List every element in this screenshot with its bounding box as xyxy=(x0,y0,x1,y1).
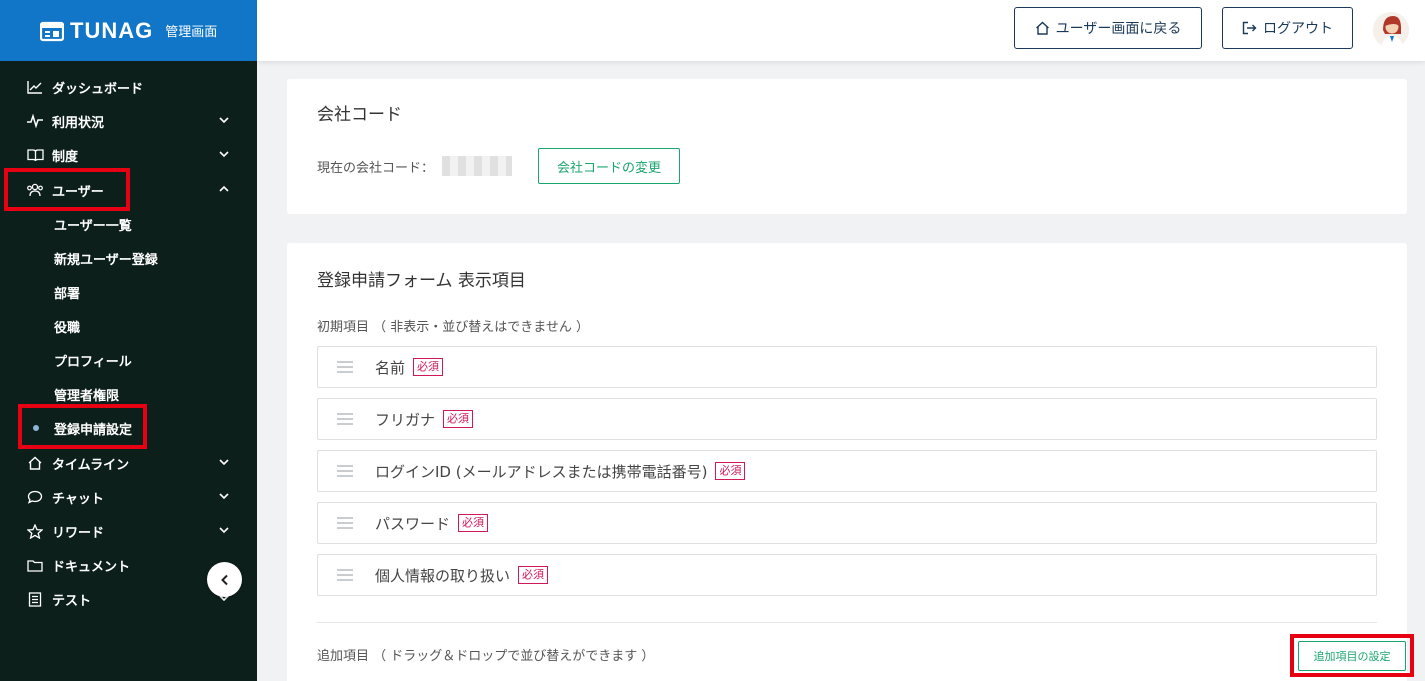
registration-form-card: 登録申請フォーム 表示項目 初期項目 （ 非表示・並び替えはできません ） 名前… xyxy=(287,243,1414,681)
brand-name: TUNAG xyxy=(70,17,154,43)
sidebar-item-reward[interactable]: リワード xyxy=(0,514,257,548)
sidebar-subitem-label: 役職 xyxy=(54,320,81,336)
field-row-password: パスワード 必須 xyxy=(317,502,1377,544)
drag-handle-icon xyxy=(337,465,353,477)
pulse-icon xyxy=(26,113,44,129)
sidebar-item-usage[interactable]: 利用状況 xyxy=(0,104,257,138)
initial-fields-label: 初期項目 （ 非表示・並び替えはできません ） xyxy=(317,320,590,335)
book-icon xyxy=(26,147,44,163)
field-label: パスワード xyxy=(375,514,451,533)
logout-button[interactable]: ログアウト xyxy=(1222,7,1353,49)
brand-bar[interactable]: TUNAG 管理画面 xyxy=(0,0,257,61)
collapse-sidebar-button[interactable] xyxy=(207,562,242,597)
registration-form-title: 登録申請フォーム 表示項目 xyxy=(317,271,526,291)
field-label: フリガナ xyxy=(375,410,436,429)
chevron-down-icon[interactable] xyxy=(219,149,229,159)
drag-handle-icon xyxy=(337,413,353,425)
additional-fields-label: 追加項目 （ ドラッグ＆ドロップで並び替えができます ） xyxy=(317,649,655,664)
sidebar-subitem-label: プロフィール xyxy=(54,354,132,370)
sidebar-item-label: 利用状況 xyxy=(52,115,105,131)
sidebar-item-label: ドキュメント xyxy=(52,559,131,575)
required-badge: 必須 xyxy=(443,410,474,428)
required-badge: 必須 xyxy=(413,358,444,376)
field-row-furigana: フリガナ 必須 xyxy=(317,398,1377,440)
company-code-card: 会社コード 現在の会社コード： 会社コードの変更 xyxy=(287,79,1407,214)
sidebar-item-label: タイムライン xyxy=(52,457,130,473)
tunag-logo-icon xyxy=(40,21,64,41)
sidebar-item-label: ダッシュボード xyxy=(52,81,144,97)
avatar-illustration-icon xyxy=(1373,12,1409,48)
star-icon xyxy=(26,523,44,539)
required-badge: 必須 xyxy=(518,566,549,584)
back-button-label: ユーザー画面に戻る xyxy=(1055,21,1182,37)
sidebar: TUNAG 管理画面 ダッシュボード 利用状況 制度 ユーザー ユーザー一覧 新… xyxy=(0,0,257,681)
top-header: ユーザー画面に戻る ログアウト xyxy=(257,0,1425,61)
chevron-down-icon[interactable] xyxy=(219,525,229,535)
change-company-code-button[interactable]: 会社コードの変更 xyxy=(538,148,680,184)
sidebar-item-label: 制度 xyxy=(52,149,79,165)
chevron-left-icon xyxy=(220,574,228,585)
current-company-code-label: 現在の会社コード： xyxy=(317,161,435,176)
sidebar-item-label: テスト xyxy=(52,593,92,609)
highlight-box-additional-settings: 追加項目の設定 xyxy=(1290,634,1414,677)
field-row-name: 名前 必須 xyxy=(317,346,1377,388)
logout-button-label: ログアウト xyxy=(1263,21,1333,37)
field-row-login-id: ログインID (メールアドレスまたは携帯電話番号) 必須 xyxy=(317,450,1377,492)
sidebar-item-label: チャット xyxy=(52,491,104,507)
required-badge: 必須 xyxy=(715,462,746,480)
home-icon xyxy=(1035,21,1049,35)
avatar[interactable] xyxy=(1373,12,1409,48)
sidebar-subitem-label: ユーザー一覧 xyxy=(54,218,132,234)
company-code-title: 会社コード xyxy=(317,105,402,125)
sidebar-subitem-user-list[interactable]: ユーザー一覧 xyxy=(0,207,257,241)
sidebar-subitem-label: 新規ユーザー登録 xyxy=(54,252,158,268)
masked-company-code xyxy=(442,156,512,176)
field-row-privacy: 個人情報の取り扱い 必須 xyxy=(317,554,1377,596)
sidebar-item-chat[interactable]: チャット xyxy=(0,480,257,514)
chat-bubble-icon xyxy=(26,489,44,505)
drag-handle-icon xyxy=(337,569,353,581)
sidebar-item-timeline[interactable]: タイムライン xyxy=(0,446,257,480)
sidebar-subitem-departments[interactable]: 部署 xyxy=(0,275,257,309)
sidebar-item-system[interactable]: 制度 xyxy=(0,138,257,172)
brand-logo: TUNAG xyxy=(40,18,153,44)
drag-handle-icon xyxy=(337,517,353,529)
section-divider xyxy=(317,622,1377,623)
field-label: ログインID (メールアドレスまたは携帯電話番号) xyxy=(375,462,708,481)
chevron-down-icon[interactable] xyxy=(219,491,229,501)
sidebar-subitem-label: 管理者権限 xyxy=(54,388,120,404)
sidebar-subitem-new-user[interactable]: 新規ユーザー登録 xyxy=(0,241,257,275)
sidebar-subitem-profile[interactable]: プロフィール xyxy=(0,343,257,377)
sidebar-subitem-label: 部署 xyxy=(54,286,81,302)
required-badge: 必須 xyxy=(458,514,489,532)
logout-icon xyxy=(1242,21,1257,35)
field-label: 個人情報の取り扱い xyxy=(375,566,511,585)
drag-handle-icon xyxy=(337,361,353,373)
chevron-down-icon[interactable] xyxy=(219,457,229,467)
sidebar-subitem-positions[interactable]: 役職 xyxy=(0,309,257,343)
chevron-down-icon[interactable] xyxy=(219,115,229,125)
sidebar-item-dashboard[interactable]: ダッシュボード xyxy=(0,70,257,104)
folder-icon xyxy=(26,557,44,573)
chevron-up-icon[interactable] xyxy=(219,184,229,194)
back-to-user-screen-button[interactable]: ユーザー画面に戻る xyxy=(1014,7,1202,49)
highlight-box-registration-settings xyxy=(18,404,147,449)
brand-subtitle: 管理画面 xyxy=(165,25,218,40)
home-icon xyxy=(26,455,44,471)
highlight-box-users xyxy=(4,168,130,211)
additional-fields-settings-button[interactable]: 追加項目の設定 xyxy=(1298,641,1406,671)
chart-icon xyxy=(26,79,44,95)
list-icon xyxy=(26,591,44,607)
field-label: 名前 xyxy=(375,358,406,377)
sidebar-item-label: リワード xyxy=(52,525,105,541)
